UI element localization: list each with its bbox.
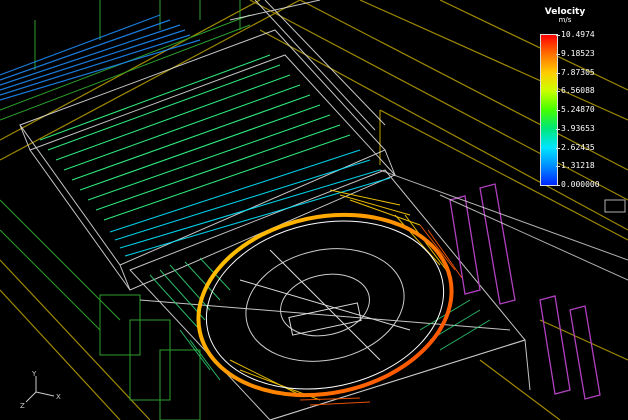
legend-tick-label: 1.31218 [561, 161, 595, 171]
velocity-legend: Velocity m/s 10.4974 9.18523 7.87305 6.5608… [535, 8, 625, 189]
cfd-viewport[interactable]: Velocity m/s 10.4974 9.18523 7.87305 6.5608… [0, 0, 628, 420]
axis-label-x: X [56, 393, 61, 401]
axis-label-y: Y [31, 370, 37, 378]
legend-tick-mark [556, 53, 560, 55]
cfd-scene[interactable] [0, 0, 628, 420]
legend-tick-mark [556, 166, 560, 168]
legend-tick-mark [556, 91, 560, 93]
legend-tick-mark [556, 147, 560, 149]
legend-tick-label: 5.24870 [561, 105, 595, 114]
legend-tick-label: 10.4974 [561, 30, 595, 39]
legend-tick-mark [556, 72, 560, 74]
legend-tick-mark [556, 185, 560, 186]
legend-tick-label: 0.000000 [561, 180, 600, 189]
axis-label-z: Z [20, 402, 25, 410]
legend-tick-label: 3.93653 [561, 123, 595, 133]
legend-tick-mark [556, 128, 560, 130]
legend-tick-label: 6.56088 [561, 86, 595, 96]
fan-disc [196, 212, 454, 398]
legend-tick-label: 2.62435 [561, 142, 595, 152]
legend-tick-label: 7.87305 [561, 67, 595, 77]
magenta-structure [449, 183, 601, 400]
orientation-axes: Y X Z [20, 370, 61, 410]
legend-tick-mark [556, 35, 560, 36]
legend-tick-mark [556, 110, 560, 111]
legend-tick-label: 9.18523 [561, 48, 595, 58]
legend-unit: m/s [558, 16, 572, 24]
